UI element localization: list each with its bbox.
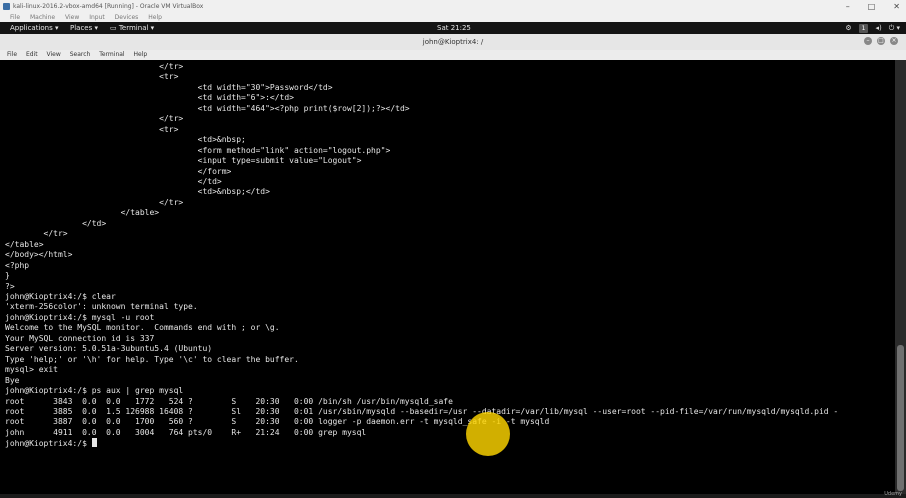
bottom-strip: Udemy <box>0 491 906 498</box>
terminal-titlebar: john@Kioptrix4: / – □ × <box>0 34 906 51</box>
vbox-menu-help[interactable]: Help <box>148 14 162 21</box>
terminal-line: john@Kioptrix4:/$ ps aux | grep mysql <box>5 386 184 396</box>
close-icon[interactable]: ✕ <box>893 0 900 13</box>
terminal-line: </td> <box>5 218 107 228</box>
close-icon[interactable]: × <box>890 37 898 45</box>
vbox-menu-file[interactable]: File <box>10 14 20 21</box>
terminal-line: <input type=submit value="Logout"> <box>5 156 362 166</box>
terminal-prompt-line: john@Kioptrix4:/$ <box>5 438 895 449</box>
terminal-line: john@Kioptrix4:/$ clear <box>5 291 116 301</box>
terminal-output[interactable]: </tr> <tr> <td width="30">Password</td> … <box>0 60 895 494</box>
terminal-line: Welcome to the MySQL monitor. Commands e… <box>5 323 280 333</box>
terminal-icon: ▭ <box>110 24 119 32</box>
gnome-top-panel: Applications ▾ Places ▾ ▭ Terminal ▾ Sat… <box>0 22 906 34</box>
terminal-line: <form method="link" action="logout.php"> <box>5 145 391 155</box>
minimize-icon[interactable]: – <box>864 37 872 45</box>
terminal-line: </form> <box>5 166 232 176</box>
terminal-line: <tr> <box>5 124 179 134</box>
scrollbar-thumb[interactable] <box>897 345 904 491</box>
terminal-line: root 3887 0.0 0.0 1700 560 ? S 20:30 0:0… <box>5 417 550 427</box>
terminal-line: root 3843 0.0 0.0 1772 524 ? S 20:30 0:0… <box>5 396 453 406</box>
places-menu[interactable]: Places ▾ <box>70 22 98 34</box>
terminal-line: </table> <box>5 239 44 249</box>
terminal-line: <td width="6">:</td> <box>5 93 294 103</box>
terminal-menu-edit[interactable]: Edit <box>26 51 38 58</box>
terminal-scrollbar[interactable] <box>895 60 906 494</box>
terminal-line: john 4911 0.0 0.0 3004 764 pts/0 R+ 21:2… <box>5 427 367 437</box>
terminal-line: Your MySQL connection id is 337 <box>5 333 155 343</box>
text-cursor <box>91 438 97 448</box>
terminal-window-controls: – □ × <box>864 37 898 45</box>
terminal-line: Type 'help;' or '\h' for help. Type '\c'… <box>5 354 299 364</box>
workspace-indicator[interactable]: 1 <box>858 23 869 33</box>
terminal-line: <td width="30">Password</td> <box>5 82 333 92</box>
terminal-line: </tr> <box>5 229 68 239</box>
terminal-line: </td> <box>5 176 222 186</box>
terminal-line: </tr> <box>5 62 184 71</box>
terminal-menu-terminal[interactable]: Terminal <box>99 51 124 58</box>
terminal-line: <?php <box>5 260 30 270</box>
virtualbox-window-title: kali-linux-2016.2-vbox-amd64 [Running] -… <box>13 3 204 10</box>
terminal-line: Bye <box>5 375 20 385</box>
terminal-text: </tr> <tr> <td width="30">Password</td> … <box>0 60 895 450</box>
vbox-menu-machine[interactable]: Machine <box>30 14 55 21</box>
terminal-line: <td>&nbsp; <box>5 135 246 145</box>
terminal-line: mysql> exit <box>5 365 58 375</box>
terminal-menu-search[interactable]: Search <box>70 51 91 58</box>
terminal-menu-file[interactable]: File <box>7 51 17 58</box>
terminal-line: </tr> <box>5 197 184 207</box>
shell-prompt: john@Kioptrix4:/$ <box>5 439 92 449</box>
maximize-icon[interactable]: □ <box>877 37 885 45</box>
terminal-line: john@Kioptrix4:/$ mysql -u root <box>5 312 155 322</box>
terminal-line: </tr> <box>5 114 184 124</box>
terminal-line: ?> <box>5 281 15 291</box>
terminal-window-title: john@Kioptrix4: / <box>422 38 484 46</box>
terminal-line: root 3885 0.0 1.5 126988 16408 ? Sl 20:3… <box>5 406 839 416</box>
volume-icon[interactable]: ◂) <box>875 22 881 34</box>
virtualbox-titlebar: kali-linux-2016.2-vbox-amd64 [Running] -… <box>0 0 906 13</box>
vbox-menu-devices[interactable]: Devices <box>115 14 139 21</box>
watermark-text: Udemy <box>884 491 902 497</box>
terminal-menu-help[interactable]: Help <box>134 51 148 58</box>
clock[interactable]: Sat 21:25 <box>437 22 471 34</box>
vbox-menu-view[interactable]: View <box>65 14 79 21</box>
terminal-app-menu[interactable]: ▭ Terminal ▾ <box>110 22 154 34</box>
terminal-line: </table> <box>5 208 160 218</box>
terminal-line: <tr> <box>5 72 179 82</box>
terminal-app-label: Terminal ▾ <box>118 24 155 32</box>
terminal-line: <td>&nbsp;</td> <box>5 187 270 197</box>
maximize-icon[interactable]: □ <box>868 0 876 13</box>
terminal-line: </body></html> <box>5 250 73 260</box>
terminal-line: Server version: 5.0.51a-3ubuntu5.4 (Ubun… <box>5 344 213 354</box>
panel-status-area: ⚙ 1 ◂) ⏻ ▾ <box>845 22 900 34</box>
terminal-menu-view[interactable]: View <box>47 51 61 58</box>
applications-menu[interactable]: Applications ▾ <box>10 22 59 34</box>
virtualbox-icon <box>3 3 10 10</box>
settings-icon[interactable]: ⚙ <box>845 22 851 34</box>
cursor-highlight <box>466 412 510 456</box>
terminal-line: 'xterm-256color': unknown terminal type. <box>5 302 198 312</box>
minimize-icon[interactable]: – <box>846 0 850 13</box>
terminal-line: <td width="464"><?php print($row[2]);?><… <box>5 103 410 113</box>
vbox-menu-input[interactable]: Input <box>89 14 105 21</box>
power-icon[interactable]: ⏻ ▾ <box>889 22 900 34</box>
virtualbox-window-controls: – □ ✕ <box>846 0 900 13</box>
terminal-line: } <box>5 271 10 281</box>
